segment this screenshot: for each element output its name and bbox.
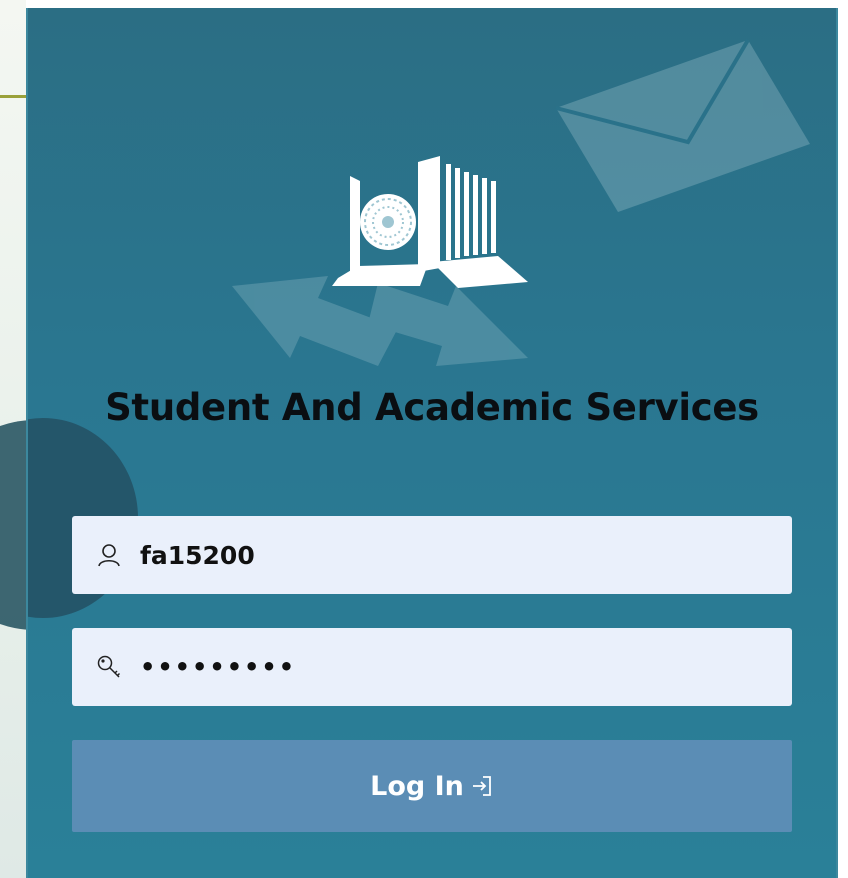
login-button-label: Log In: [370, 770, 464, 802]
page-title: Student And Academic Services: [105, 386, 759, 429]
login-arrow-icon: [472, 776, 491, 796]
user-icon: [98, 544, 120, 567]
login-button[interactable]: Log In: [72, 740, 792, 832]
password-input[interactable]: [140, 653, 740, 681]
university-logo: [332, 156, 528, 288]
envelope-icon: [555, 38, 810, 212]
login-page: Student And Academic Services Log In: [0, 0, 848, 878]
key-icon: [97, 655, 121, 678]
username-input[interactable]: [140, 540, 740, 570]
password-field[interactable]: [72, 628, 792, 706]
username-field[interactable]: [72, 516, 792, 594]
login-panel: Student And Academic Services Log In: [26, 8, 838, 878]
